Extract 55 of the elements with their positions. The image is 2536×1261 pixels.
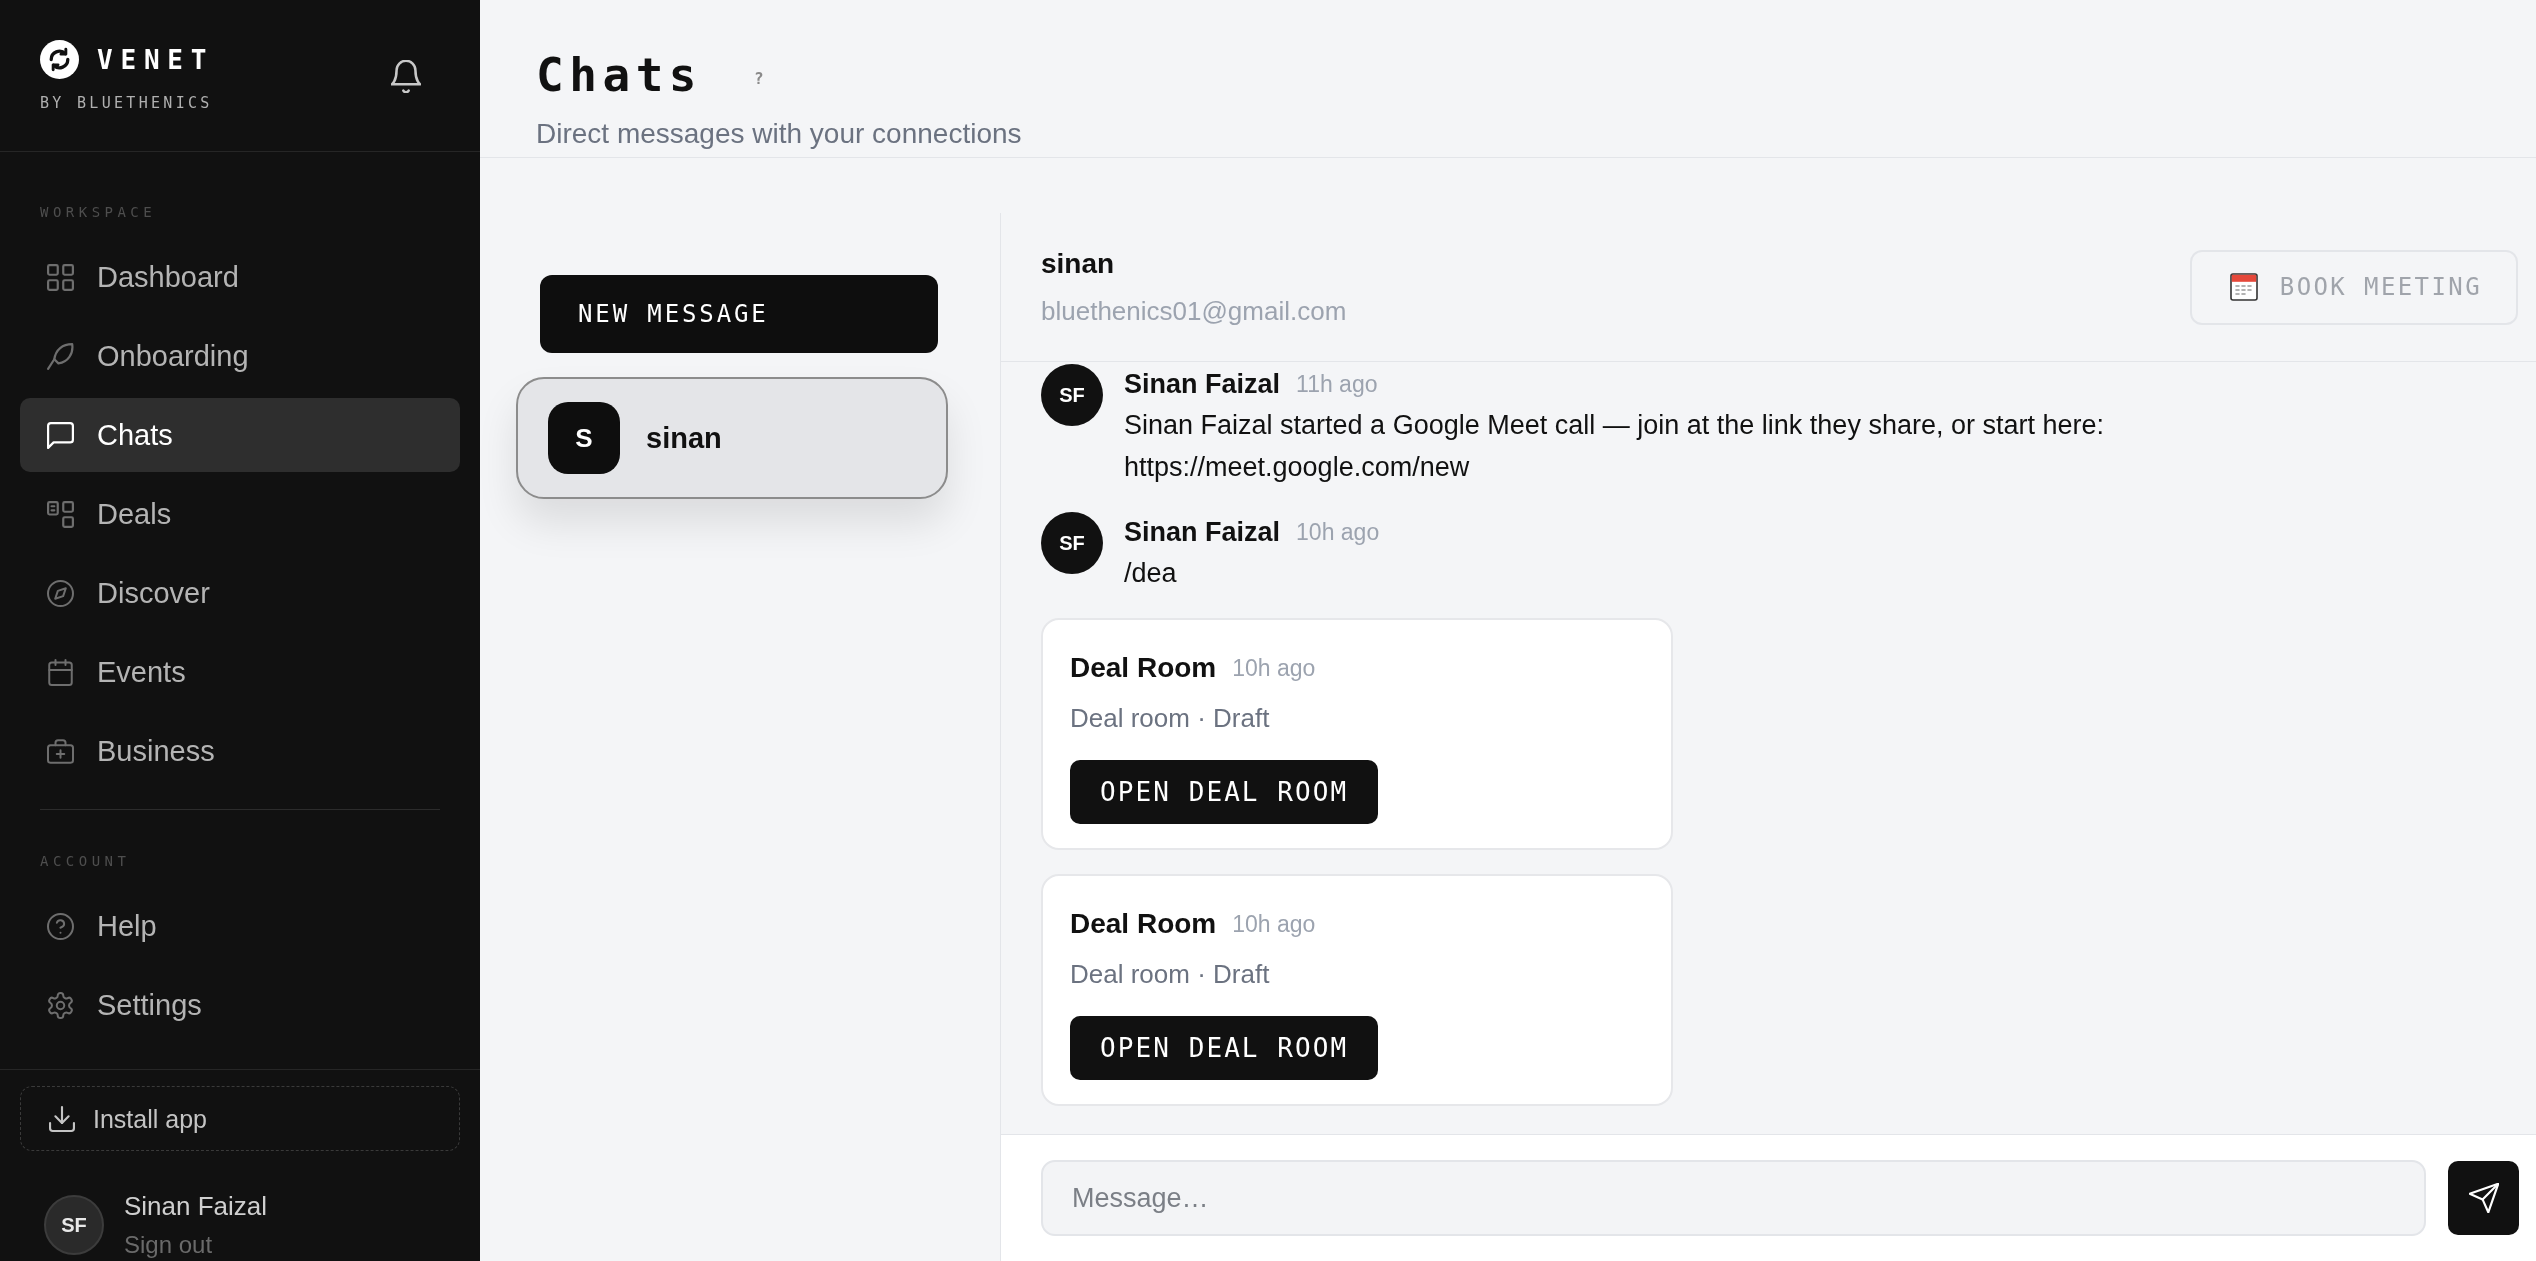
author-name: Sinan Faizal bbox=[1124, 516, 1281, 549]
brand-tagline: BY BLUETHENICS bbox=[40, 93, 214, 113]
card-subtitle: Deal room · Draft bbox=[1070, 702, 1270, 735]
message-time: 10h ago bbox=[1296, 518, 1380, 547]
section-label: ACCOUNT bbox=[39, 852, 132, 870]
chat-bubble-icon bbox=[47, 421, 74, 449]
nav-item[interactable]: Onboarding bbox=[20, 319, 460, 393]
card-title: Deal Room bbox=[1070, 907, 1217, 941]
new-message-button[interactable]: NEW MESSAGE bbox=[540, 275, 938, 353]
contact-item[interactable]: S sinan bbox=[516, 377, 948, 499]
message-time: 10h ago bbox=[1232, 654, 1316, 683]
settings-icon bbox=[47, 991, 74, 1019]
contact-email: bluethenics01@gmail.com bbox=[1041, 295, 1347, 328]
compass-icon bbox=[47, 579, 74, 607]
brand-name: VENET bbox=[97, 43, 215, 76]
message-text: /dea bbox=[1124, 557, 1177, 590]
nav-item[interactable]: Dashboard bbox=[20, 240, 460, 314]
install-app-button[interactable]: Install app bbox=[20, 1086, 460, 1151]
nav-item[interactable]: Events bbox=[20, 635, 460, 709]
tiles-icon bbox=[47, 500, 74, 528]
nav-item[interactable]: Help bbox=[20, 889, 460, 963]
contact-name: sinan bbox=[1041, 247, 1115, 281]
avatar: S bbox=[548, 402, 620, 474]
page-title: Chats bbox=[536, 52, 703, 98]
calendar-icon bbox=[2229, 273, 2258, 301]
bell-icon[interactable] bbox=[391, 60, 421, 93]
feather-icon bbox=[47, 342, 74, 370]
send-button[interactable] bbox=[2448, 1161, 2519, 1235]
logo-icon bbox=[40, 40, 79, 79]
nav-item[interactable]: Discover bbox=[20, 556, 460, 630]
calendar-icon bbox=[47, 658, 74, 686]
page-subtitle: Direct messages with your connections bbox=[536, 117, 1022, 151]
message-time: 11h ago bbox=[1296, 370, 1378, 399]
send-icon bbox=[2468, 1183, 2499, 1213]
user-name: Sinan Faizal bbox=[124, 1191, 268, 1221]
download-icon bbox=[49, 1105, 75, 1132]
author-name: Sinan Faizal bbox=[1124, 368, 1281, 401]
briefcase-icon bbox=[47, 737, 74, 765]
open-deal-room-button[interactable]: OPEN DEAL ROOM bbox=[1070, 760, 1379, 824]
nav-item[interactable]: Chats bbox=[20, 398, 460, 472]
avatar: SF bbox=[1041, 364, 1103, 426]
card-title: Deal Room bbox=[1070, 651, 1217, 685]
message-input[interactable]: Message… bbox=[1041, 1160, 2426, 1236]
section-label: WORKSPACE bbox=[39, 203, 158, 221]
nav-item[interactable]: Settings bbox=[20, 968, 460, 1042]
nav-item[interactable]: Deals bbox=[20, 477, 460, 551]
avatar: SF bbox=[44, 1195, 104, 1255]
avatar: SF bbox=[1041, 512, 1103, 574]
message-time: 10h ago bbox=[1232, 910, 1316, 939]
nav-item[interactable]: Business bbox=[20, 714, 460, 788]
open-deal-room-button[interactable]: OPEN DEAL ROOM bbox=[1070, 1016, 1379, 1080]
card-subtitle: Deal room · Draft bbox=[1070, 958, 1270, 991]
message-text: Sinan Faizal started a Google Meet call — join at the link they share, or start here: https://meet.google.com/new bbox=[1124, 409, 2104, 484]
help-icon bbox=[47, 912, 74, 940]
grid-icon bbox=[47, 263, 74, 291]
